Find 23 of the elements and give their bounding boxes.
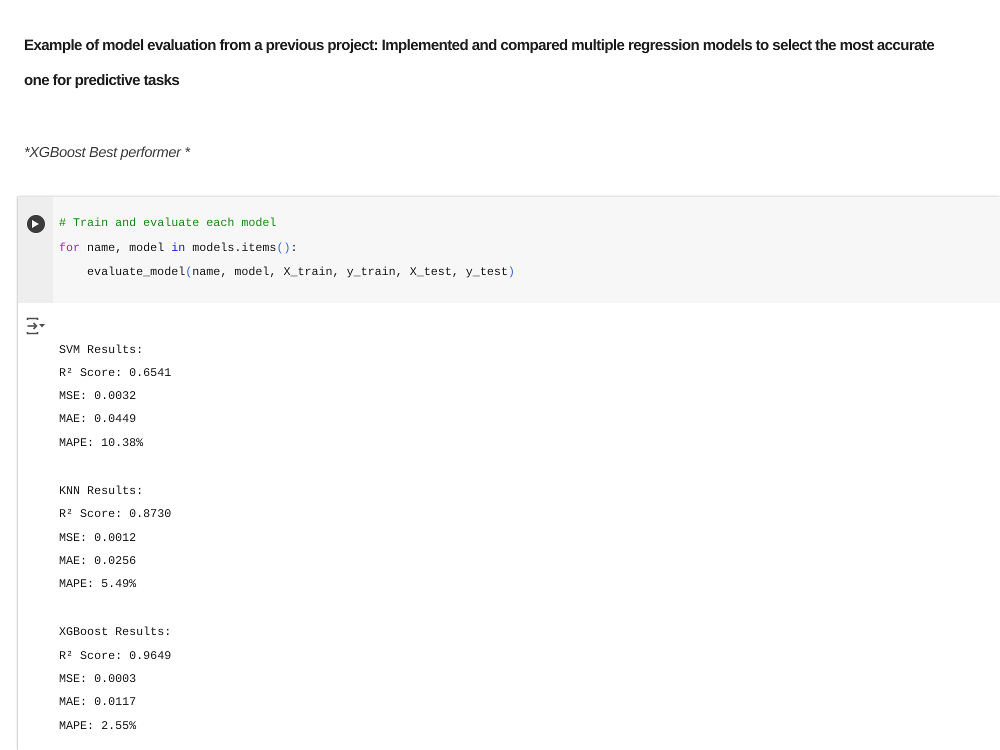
output-line: SVM Results: (59, 342, 144, 358)
output-line: MAE: 0.0449 (59, 411, 136, 428)
output-line: R² Score: 0.8730 (59, 506, 172, 524)
output-line: R² Score: 0.6541 (59, 364, 172, 382)
output-line: MAE: 0.0256 (59, 552, 136, 570)
output-line: XGBoost Results: (59, 624, 172, 642)
output-line: MSE: 0.0032 (59, 388, 136, 406)
output-icon[interactable] (26, 316, 45, 334)
output-line: MAPE: 2.55% (59, 718, 136, 735)
code-line: for name, model in models.items(): (59, 240, 298, 256)
output-line: MAPE: 5.49% (59, 576, 136, 594)
output-line: MSE: 0.0003 (59, 671, 136, 688)
code-line: # Train and evaluate each model (59, 215, 276, 232)
output-line: MAE: 0.0117 (59, 694, 136, 712)
play-icon (32, 220, 39, 228)
output-line: MSE: 0.0012 (59, 530, 136, 547)
output-line: MAPE: 10.38% (59, 434, 144, 452)
note-text: *XGBoost Best performer * (24, 144, 190, 163)
output-line: R² Score: 0.9649 (59, 648, 172, 665)
output-line: KNN Results: (59, 482, 144, 500)
code-line: evaluate_model(name, model, X_train, y_train, X_test, y_test) (87, 264, 515, 281)
run-button[interactable] (26, 215, 44, 233)
description-text: Example of model evaluation from a previous project: Implemented and compared multiple regression models to select the most accurate one for predictive tasks (24, 36, 936, 91)
